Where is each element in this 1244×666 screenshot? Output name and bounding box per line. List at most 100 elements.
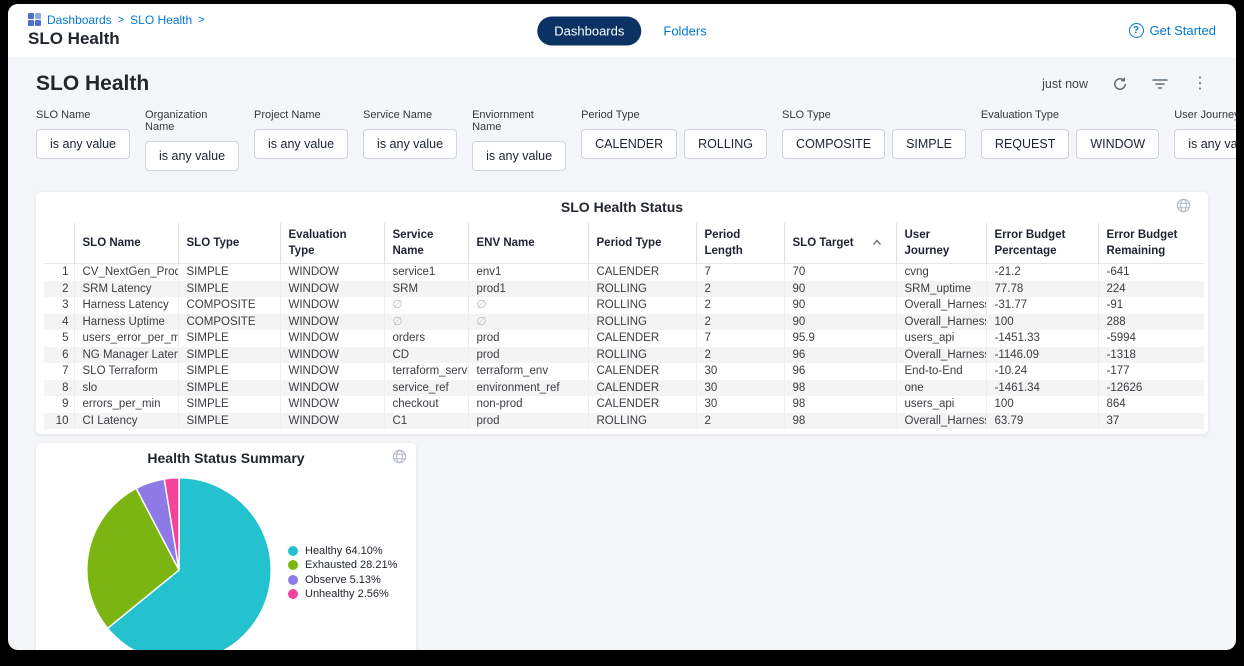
- table-row: 4Harness UptimeCOMPOSITEWINDOW∅∅ROLLING2…: [44, 314, 1204, 331]
- filter-button-period-type-calender[interactable]: CALENDER: [581, 129, 677, 159]
- cell-slo-type: SIMPLE: [178, 380, 280, 397]
- view-tabs: Dashboards Folders: [537, 16, 706, 45]
- cell-evaluation-type: WINDOW: [280, 330, 384, 347]
- cell-period-type: ROLLING: [588, 413, 696, 430]
- cell-slo-name: SLO Terraform: [74, 363, 178, 380]
- column-header-service-name[interactable]: Service Name: [384, 223, 468, 264]
- filter-button-service-name-is-any-value[interactable]: is any value: [363, 129, 457, 159]
- legend-label: Observe 5.13%: [305, 574, 381, 586]
- row-number: 4: [44, 314, 74, 331]
- filter-buttons: is any value: [145, 141, 239, 171]
- cell-slo-target: 98: [784, 413, 896, 430]
- cell-service-name: checkout: [384, 396, 468, 413]
- cell-service-name: orders: [384, 330, 468, 347]
- refresh-icon[interactable]: [1112, 76, 1128, 92]
- cell-period-type: ROLLING: [588, 297, 696, 314]
- cell-slo-name: Harness Uptime: [74, 314, 178, 331]
- cell-slo-target: 90: [784, 314, 896, 331]
- column-header-slo-type[interactable]: SLO Type: [178, 223, 280, 264]
- breadcrumb-link-slo-health[interactable]: SLO Health: [130, 13, 192, 27]
- legend-color-dot: [288, 589, 298, 599]
- column-header-slo-name[interactable]: SLO Name: [74, 223, 178, 264]
- cell-error-budget-percentage: -1146.09: [986, 347, 1098, 364]
- filter-label: Evaluation Type: [981, 109, 1159, 121]
- cell-evaluation-type: WINDOW: [280, 281, 384, 298]
- cell-slo-target: 96: [784, 363, 896, 380]
- table-row: 7SLO TerraformSIMPLEWINDOWterraform_serv…: [44, 363, 1204, 380]
- cell-slo-type: SIMPLE: [178, 330, 280, 347]
- filter-buttons: CALENDERROLLING: [581, 129, 767, 159]
- cell-slo-type: COMPOSITE: [178, 297, 280, 314]
- column-header-error-budget-remaining[interactable]: Error Budget Remaining: [1098, 223, 1204, 264]
- tab-dashboards[interactable]: Dashboards: [537, 16, 641, 45]
- column-header-env-name[interactable]: ENV Name: [468, 223, 588, 264]
- cell-slo-name: users_error_per_min: [74, 330, 178, 347]
- breadcrumb-link-dashboards[interactable]: Dashboards: [47, 13, 112, 27]
- last-refreshed-label: just now: [1042, 77, 1088, 91]
- row-number: 7: [44, 363, 74, 380]
- filter-button-evaluation-type-window[interactable]: WINDOW: [1076, 129, 1159, 159]
- breadcrumb-block: Dashboards > SLO Health > SLO Health: [28, 13, 205, 49]
- filter-button-slo-type-simple[interactable]: SIMPLE: [892, 129, 966, 159]
- filter-icon[interactable]: [1152, 77, 1168, 91]
- filter-buttons: REQUESTWINDOW: [981, 129, 1159, 159]
- row-number: 3: [44, 297, 74, 314]
- filter-button-period-type-rolling[interactable]: ROLLING: [684, 129, 767, 159]
- cell-slo-target: 90: [784, 281, 896, 298]
- cell-evaluation-type: WINDOW: [280, 297, 384, 314]
- filter-button-organization-name-is-any-value[interactable]: is any value: [145, 141, 239, 171]
- cell-env-name: prod: [468, 330, 588, 347]
- pie-legend: Healthy 64.10%Exhausted 28.21%Observe 5.…: [288, 542, 397, 603]
- column-header-period-type[interactable]: Period Type: [588, 223, 696, 264]
- filter-button-slo-type-composite[interactable]: COMPOSITE: [782, 129, 885, 159]
- column-header-slo-target[interactable]: SLO Target: [784, 223, 896, 264]
- legend-color-dot: [288, 546, 298, 556]
- filter-buttons: is any value: [36, 129, 130, 159]
- filter-button-enviornment-name-is-any-value[interactable]: is any value: [472, 141, 566, 171]
- cell-user-journey: Overall_Harness: [896, 297, 986, 314]
- cell-slo-name: NG Manager Latency: [74, 347, 178, 364]
- legend-label: Exhausted 28.21%: [305, 559, 397, 571]
- tab-folders[interactable]: Folders: [663, 23, 706, 38]
- filter-group-service-name: Service Nameis any value: [363, 109, 457, 171]
- cell-env-name: environment_ref: [468, 380, 588, 397]
- filter-button-project-name-is-any-value[interactable]: is any value: [254, 129, 348, 159]
- health-status-summary-card: Health Status Summary Healthy 64.10%Exha…: [36, 443, 416, 650]
- health-status-pie-chart: [83, 474, 275, 650]
- cell-period-type: CALENDER: [588, 330, 696, 347]
- help-icon: ?: [1129, 23, 1144, 38]
- cell-period-type: CALENDER: [588, 380, 696, 397]
- cell-service-name: SRM: [384, 281, 468, 298]
- row-number: 6: [44, 347, 74, 364]
- filter-button-user-journey-is-any-value[interactable]: is any value: [1174, 129, 1236, 159]
- filter-button-slo-name-is-any-value[interactable]: is any value: [36, 129, 130, 159]
- globe-icon: [392, 449, 407, 469]
- cell-period-length: 2: [696, 347, 784, 364]
- filter-group-project-name: Project Nameis any value: [254, 109, 348, 171]
- cell-service-name: ∅: [384, 314, 468, 331]
- cell-user-journey: Overall_Harness: [896, 314, 986, 331]
- cell-env-name: prod1: [468, 281, 588, 298]
- column-header-user-journey[interactable]: User Journey: [896, 223, 986, 264]
- cell-period-type: ROLLING: [588, 281, 696, 298]
- cell-slo-type: SIMPLE: [178, 413, 280, 430]
- pie-card-header: Health Status Summary: [36, 443, 416, 474]
- column-header-evaluation-type[interactable]: Evaluation Type: [280, 223, 384, 264]
- cell-slo-target: 70: [784, 264, 896, 281]
- kebab-menu-icon[interactable]: ⋮: [1192, 76, 1208, 92]
- slo-health-table: SLO NameSLO TypeEvaluation TypeService N…: [44, 223, 1204, 429]
- filter-buttons: is any value: [363, 129, 457, 159]
- pie-chart-area: Healthy 64.10%Exhausted 28.21%Observe 5.…: [36, 474, 416, 650]
- cell-period-type: CALENDER: [588, 264, 696, 281]
- column-header-period-length[interactable]: Period Length: [696, 223, 784, 264]
- cell-service-name: service_ref: [384, 380, 468, 397]
- filter-button-evaluation-type-request[interactable]: REQUEST: [981, 129, 1069, 159]
- column-header-error-budget-percentage[interactable]: Error Budget Percentage: [986, 223, 1098, 264]
- cell-slo-name: Harness Latency: [74, 297, 178, 314]
- get-started-link[interactable]: ? Get Started: [1129, 23, 1216, 38]
- get-started-label: Get Started: [1150, 23, 1216, 38]
- cell-slo-type: SIMPLE: [178, 363, 280, 380]
- cell-error-budget-remaining: -5994: [1098, 330, 1204, 347]
- table-card-header: SLO Health Status: [44, 192, 1200, 223]
- dashboard-title: SLO Health: [36, 72, 149, 96]
